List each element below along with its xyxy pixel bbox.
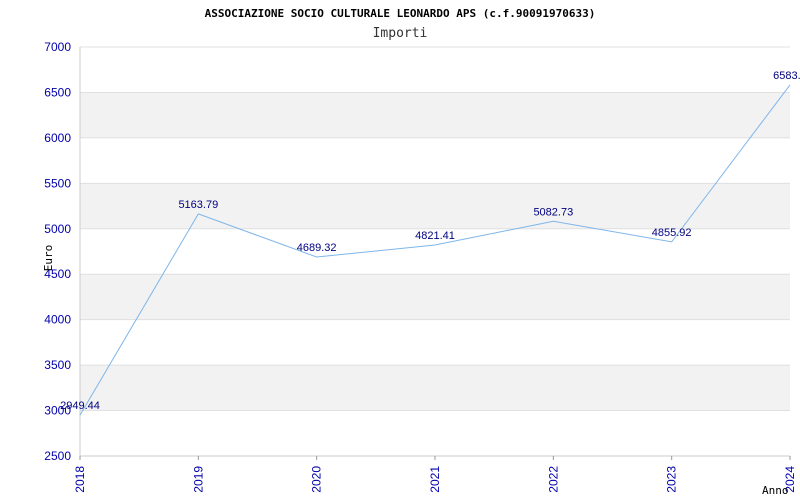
data-label: 5082.73 bbox=[533, 206, 573, 218]
y-tick-label: 6500 bbox=[44, 85, 71, 99]
x-tick-label: 2020 bbox=[310, 466, 324, 493]
grid-band bbox=[80, 365, 790, 411]
x-tick-label: 2023 bbox=[665, 466, 679, 493]
y-tick-label: 3500 bbox=[44, 358, 71, 372]
background-bands bbox=[80, 92, 790, 411]
chart-subtitle: Importi bbox=[373, 26, 428, 41]
data-label: 6583.1 bbox=[773, 70, 800, 82]
data-label: 5163.79 bbox=[178, 199, 218, 211]
grid-band bbox=[80, 274, 790, 320]
x-tick-label: 2022 bbox=[546, 466, 560, 493]
x-tick-label: 2019 bbox=[191, 466, 205, 493]
chart-title: ASSOCIAZIONE SOCIO CULTURALE LEONARDO AP… bbox=[205, 7, 596, 20]
line-chart: ASSOCIAZIONE SOCIO CULTURALE LEONARDO AP… bbox=[42, 7, 800, 497]
data-label: 2949.44 bbox=[60, 400, 100, 412]
x-tick-label: 2018 bbox=[73, 466, 87, 493]
data-label: 4855.92 bbox=[652, 227, 692, 239]
x-axis-label: Anno bbox=[762, 484, 789, 497]
y-axis-label: Euro bbox=[42, 245, 55, 272]
y-tick-label: 4000 bbox=[44, 313, 71, 327]
y-tick-label: 2500 bbox=[44, 449, 71, 463]
grid-band bbox=[80, 92, 790, 138]
data-label: 4689.32 bbox=[297, 242, 337, 254]
y-tick-label: 5500 bbox=[44, 176, 71, 190]
y-tick-label: 7000 bbox=[44, 40, 71, 54]
data-label: 4821.41 bbox=[415, 230, 455, 242]
x-tick-labels: 2018 2019 2020 2021 2022 2023 2024 bbox=[73, 456, 797, 493]
y-tick-label: 6000 bbox=[44, 131, 71, 145]
x-tick-label: 2021 bbox=[428, 466, 442, 493]
y-tick-label: 5000 bbox=[44, 222, 71, 236]
